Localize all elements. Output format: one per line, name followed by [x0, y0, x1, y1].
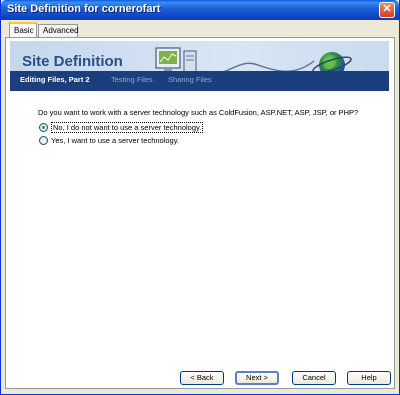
tab-advanced[interactable]: Advanced — [38, 24, 79, 38]
close-icon: ✕ — [382, 3, 392, 15]
tab-basic[interactable]: Basic — [9, 22, 37, 38]
step-editing-files-part-2: Editing Files, Part 2 — [20, 75, 90, 84]
help-button[interactable]: Help — [347, 371, 391, 385]
close-button[interactable]: ✕ — [379, 2, 395, 18]
window-title: Site Definition for cornerofart — [7, 3, 161, 15]
title-bar[interactable]: Site Definition for cornerofart ✕ — [1, 0, 399, 20]
option-no-label[interactable]: No, I do not want to use a server techno… — [51, 122, 204, 133]
banner-title: Site Definition — [22, 53, 123, 70]
step-sharing-files: Sharing Files — [168, 75, 212, 84]
step-testing-files: Testing Files — [111, 75, 153, 84]
radio-button-selected[interactable] — [39, 123, 48, 132]
next-button[interactable]: Next > — [235, 371, 279, 385]
server-technology-question: Do you want to work with a server techno… — [38, 108, 359, 117]
radio-button-unselected[interactable] — [39, 136, 48, 145]
site-definition-dialog: Site Definition for cornerofart ✕ Basic … — [0, 0, 400, 395]
wizard-panel: Site Definition Editing Files, Part 2 Te… — [5, 37, 395, 389]
cancel-button[interactable]: Cancel — [292, 371, 336, 385]
option-yes-label[interactable]: Yes, I want to use a server technology. — [51, 136, 179, 145]
wizard-steps-bar: Editing Files, Part 2 Testing Files Shar… — [10, 71, 389, 91]
back-button[interactable]: < Back — [180, 371, 224, 385]
